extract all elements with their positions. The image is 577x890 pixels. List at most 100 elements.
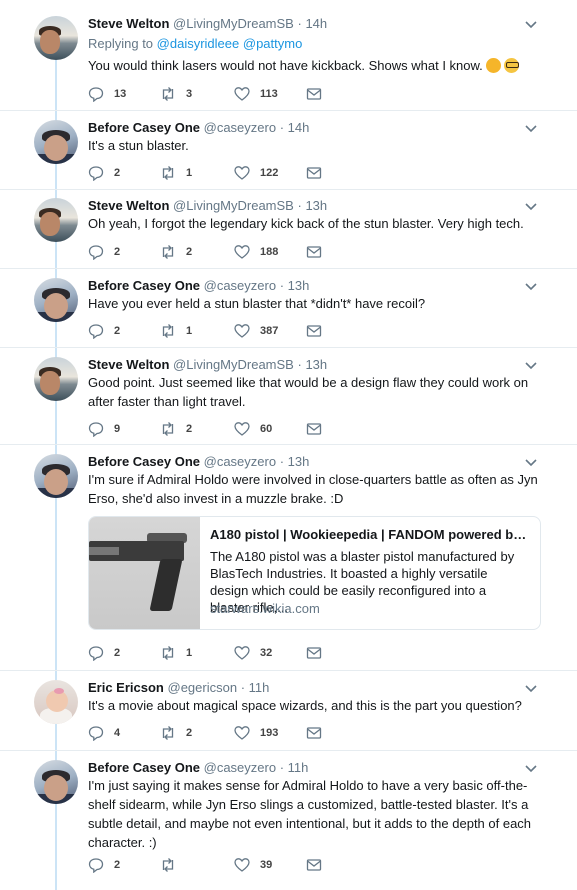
like-button[interactable]: 387 — [234, 323, 278, 339]
mention-link[interactable]: @pattymo — [243, 36, 302, 51]
retweet-button[interactable]: 1 — [160, 645, 192, 661]
username[interactable]: @LivingMyDreamSB — [173, 16, 294, 31]
retweet-button[interactable]: 1 — [160, 323, 192, 339]
envelope-icon — [306, 246, 322, 258]
chevron-down-icon[interactable] — [524, 763, 538, 773]
reply-button[interactable]: 9 — [88, 421, 120, 437]
like-count: 60 — [260, 423, 273, 435]
reply-button[interactable]: 2 — [88, 857, 120, 873]
tweet-text: I'm just saying it makes sense for Admir… — [88, 778, 532, 850]
display-name[interactable]: Steve Welton — [88, 198, 169, 213]
username[interactable]: @caseyzero — [204, 760, 276, 775]
chevron-down-icon[interactable] — [524, 19, 538, 29]
username[interactable]: @egericson — [168, 680, 238, 695]
username[interactable]: @LivingMyDreamSB — [173, 198, 294, 213]
like-count: 188 — [260, 246, 279, 258]
chevron-down-icon[interactable] — [524, 281, 538, 291]
display-name[interactable]: Steve Welton — [88, 357, 169, 372]
heart-icon — [234, 646, 250, 660]
link-preview-card[interactable]: A180 pistol | Wookieepedia | FANDOM powe… — [88, 516, 541, 630]
retweet-count: 2 — [186, 423, 193, 435]
timestamp[interactable]: 13h — [288, 454, 310, 469]
direct-message-button[interactable] — [306, 86, 332, 102]
retweet-button[interactable]: 1 — [160, 165, 192, 181]
reply-button[interactable]: 2 — [88, 323, 120, 339]
retweet-count: 3 — [186, 88, 193, 100]
username[interactable]: @caseyzero — [204, 278, 276, 293]
like-button[interactable]: 122 — [234, 165, 278, 181]
tweet-text: You would think lasers would not have ki… — [88, 56, 540, 75]
avatar[interactable] — [34, 120, 78, 164]
tweet-actions: 4 2 193 — [88, 725, 338, 743]
chevron-down-icon[interactable] — [524, 201, 538, 211]
chevron-down-icon[interactable] — [524, 683, 538, 693]
timestamp[interactable]: 13h — [288, 278, 310, 293]
retweet-icon — [162, 245, 174, 259]
retweet-button[interactable]: 2 — [160, 244, 192, 260]
replying-to-line: Replying to @daisyridleee @pattymo — [88, 36, 302, 51]
timestamp[interactable]: 11h — [249, 680, 270, 695]
display-name[interactable]: Before Casey One — [88, 120, 200, 135]
direct-message-button[interactable] — [306, 725, 332, 741]
direct-message-button[interactable] — [306, 421, 332, 437]
direct-message-button[interactable] — [306, 645, 332, 661]
timestamp[interactable]: 14h — [288, 120, 310, 135]
timestamp[interactable]: 13h — [305, 357, 327, 372]
retweet-icon — [162, 422, 174, 436]
username[interactable]: @LivingMyDreamSB — [173, 357, 294, 372]
like-button[interactable]: 60 — [234, 421, 272, 437]
chevron-down-icon[interactable] — [524, 457, 538, 467]
username[interactable]: @caseyzero — [204, 454, 276, 469]
avatar[interactable] — [34, 454, 78, 498]
reply-button[interactable]: 2 — [88, 165, 120, 181]
avatar[interactable] — [34, 198, 78, 242]
display-name[interactable]: Before Casey One — [88, 278, 200, 293]
reply-button[interactable]: 2 — [88, 244, 120, 260]
avatar[interactable] — [34, 278, 78, 322]
like-button[interactable]: 188 — [234, 244, 278, 260]
tweet-divider — [0, 670, 577, 671]
avatar[interactable] — [34, 760, 78, 804]
reply-count: 2 — [114, 167, 121, 179]
reply-icon — [88, 646, 104, 661]
avatar[interactable] — [34, 16, 78, 60]
envelope-icon — [306, 727, 322, 739]
like-button[interactable]: 113 — [234, 86, 278, 102]
mention-link[interactable]: @daisyridleee — [157, 36, 240, 51]
direct-message-button[interactable] — [306, 323, 332, 339]
direct-message-button[interactable] — [306, 165, 332, 181]
display-name[interactable]: Eric Ericson — [88, 680, 164, 695]
tweet-actions: 2 39 — [88, 857, 338, 875]
like-count: 193 — [260, 727, 279, 739]
timestamp[interactable]: 13h — [305, 198, 327, 213]
username[interactable]: @caseyzero — [204, 120, 276, 135]
direct-message-button[interactable] — [306, 857, 332, 873]
direct-message-button[interactable] — [306, 244, 332, 260]
retweet-button[interactable]: 2 — [160, 421, 192, 437]
tweet-divider — [0, 444, 577, 445]
envelope-icon — [306, 88, 322, 100]
like-button[interactable]: 39 — [234, 857, 272, 873]
reply-button[interactable]: 13 — [88, 86, 126, 102]
reply-button[interactable]: 4 — [88, 725, 120, 741]
tweet-text: It's a stun blaster. — [88, 138, 189, 153]
retweet-button[interactable] — [160, 857, 186, 873]
like-button[interactable]: 193 — [234, 725, 278, 741]
display-name[interactable]: Steve Welton — [88, 16, 169, 31]
chevron-down-icon[interactable] — [524, 360, 538, 370]
like-count: 387 — [260, 325, 279, 337]
retweet-button[interactable]: 2 — [160, 725, 192, 741]
avatar[interactable] — [34, 680, 78, 724]
heart-icon — [234, 245, 250, 259]
heart-icon — [234, 726, 250, 740]
timestamp[interactable]: 11h — [288, 760, 309, 775]
timestamp[interactable]: 14h — [305, 16, 327, 31]
display-name[interactable]: Before Casey One — [88, 760, 200, 775]
avatar[interactable] — [34, 357, 78, 401]
chevron-down-icon[interactable] — [524, 123, 538, 133]
reply-button[interactable]: 2 — [88, 645, 120, 661]
display-name[interactable]: Before Casey One — [88, 454, 200, 469]
like-button[interactable]: 32 — [234, 645, 272, 661]
reply-count: 9 — [114, 423, 121, 435]
retweet-button[interactable]: 3 — [160, 86, 192, 102]
